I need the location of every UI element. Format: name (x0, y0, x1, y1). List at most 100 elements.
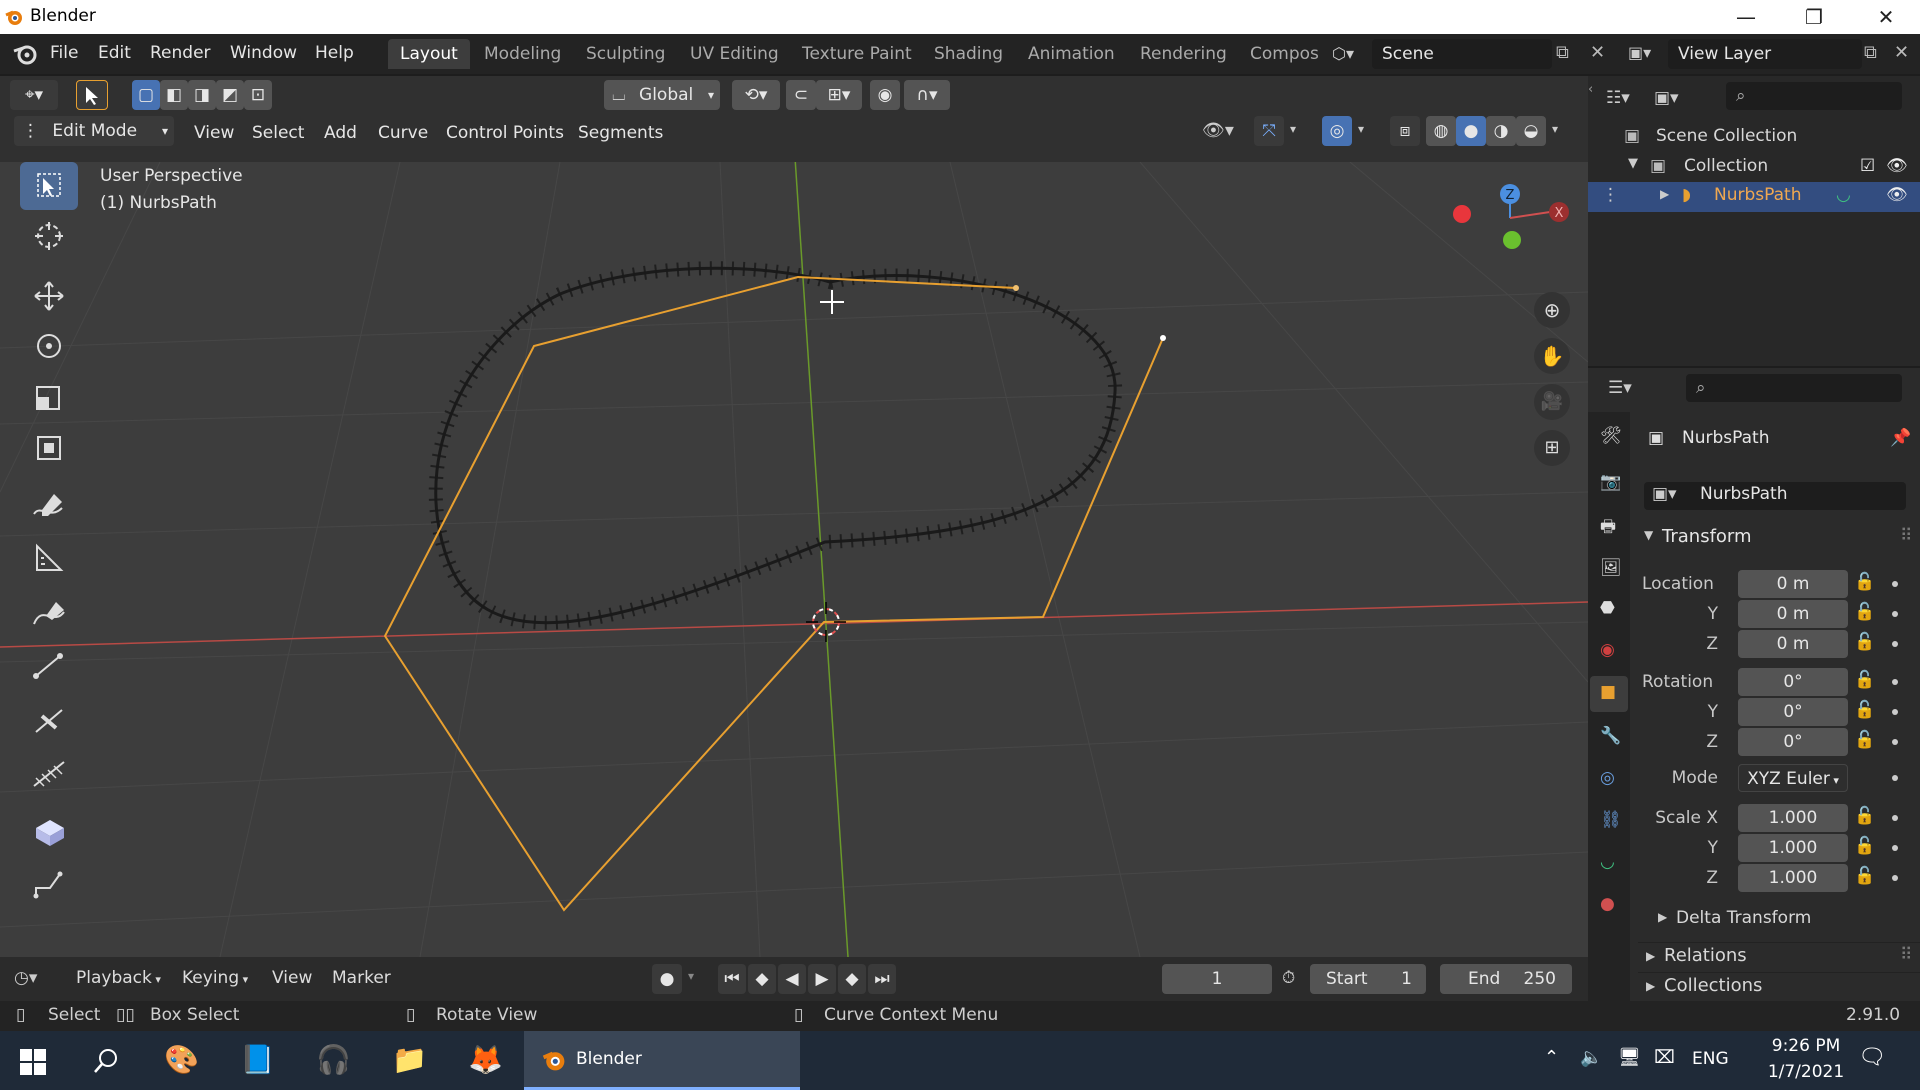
location-x-field[interactable]: 0 m (1738, 570, 1848, 598)
delete-view-layer-icon[interactable]: ✕ (1894, 42, 1909, 63)
rotation-mode-dropdown[interactable]: XYZ Euler ▾ (1738, 764, 1848, 792)
tab-rendering[interactable]: Rendering (1128, 39, 1239, 69)
extrude-tool[interactable] (20, 642, 78, 690)
constraints-tab-icon[interactable]: ⛓ (1600, 810, 1622, 830)
new-view-layer-icon[interactable]: ⧉ (1864, 42, 1877, 63)
blender-menu-icon[interactable] (12, 42, 38, 66)
clock-time[interactable]: 9:26 PM (1756, 1036, 1856, 1056)
pan-hand-icon[interactable]: ✋ (1534, 338, 1570, 374)
select-mode-extend-button[interactable]: ◧ (160, 80, 188, 110)
delete-scene-icon[interactable]: ✕ (1590, 42, 1605, 63)
tab-sculpting[interactable]: Sculpting (574, 39, 677, 69)
curve-data-icon[interactable]: ◡ (1836, 185, 1851, 205)
clock-date[interactable]: 1/7/2021 (1756, 1062, 1856, 1082)
tab-modeling[interactable]: Modeling (472, 39, 573, 69)
keyframe-dot-icon[interactable] (1892, 679, 1898, 685)
menu-edit[interactable]: Edit (98, 43, 131, 63)
keyframe-dot-icon[interactable] (1892, 739, 1898, 745)
scene-tab-icon[interactable]: ⬣ (1600, 598, 1615, 618)
zoom-icon[interactable]: ⊕ (1534, 292, 1570, 328)
gizmo-neg-x-axis[interactable] (1453, 205, 1471, 223)
record-keyframe-button[interactable]: ● (652, 964, 682, 994)
current-frame-field[interactable]: 1 (1162, 964, 1272, 994)
view-layer-tab-icon[interactable]: 🖼 (1600, 558, 1622, 578)
move-tool[interactable] (20, 272, 78, 320)
media-app-icon[interactable]: 🎧 (316, 1043, 351, 1076)
proportional-editing-icon[interactable]: ◉ (870, 80, 900, 110)
drag-handle-icon[interactable]: ⠿ (1900, 526, 1912, 546)
exclude-checkbox-icon[interactable]: ☑ (1860, 156, 1875, 176)
rotation-x-field[interactable]: 0° (1738, 668, 1848, 696)
lock-icon[interactable]: 🔓 (1854, 806, 1875, 826)
keyframe-dot-icon[interactable] (1892, 815, 1898, 821)
lock-icon[interactable]: 🔓 (1854, 602, 1875, 622)
scale-z-field[interactable]: 1.000 (1738, 864, 1848, 892)
view-layer-field[interactable]: View Layer (1668, 39, 1862, 69)
scale-y-field[interactable]: 1.000 (1738, 834, 1848, 862)
snap-toggle-icon[interactable]: ⊂ (786, 80, 816, 110)
annotate-tool[interactable] (20, 482, 78, 530)
keyframe-dot-icon[interactable] (1892, 581, 1898, 587)
render-tab-icon[interactable]: 📷 (1600, 472, 1621, 492)
wireframe-shading-icon[interactable]: ◍ (1426, 116, 1456, 146)
pivot-point-dropdown[interactable]: ⟲▾ (732, 80, 780, 110)
notes-app-icon[interactable]: 📘 (240, 1043, 275, 1076)
minimize-button[interactable]: — (1718, 0, 1774, 34)
transform-tool[interactable] (20, 424, 78, 472)
visibility-eye-icon[interactable]: 👁▾ (1202, 120, 1234, 141)
jump-end-icon[interactable]: ⏭ (868, 964, 896, 994)
lock-icon[interactable]: 🔓 (1854, 572, 1875, 592)
tree-row-collection[interactable]: ▼ ▣ Collection ☑ 👁 (1588, 154, 1920, 182)
outliner-search-input[interactable]: ⌕ (1726, 82, 1902, 110)
firefox-icon[interactable]: 🦊 (468, 1043, 503, 1076)
menu-help[interactable]: Help (315, 43, 354, 63)
keyframe-dot-icon[interactable] (1892, 641, 1898, 647)
eye-visibility-icon[interactable]: 👁 (1886, 156, 1908, 176)
location-y-field[interactable]: 0 m (1738, 600, 1848, 628)
lock-icon[interactable]: 🔓 (1854, 730, 1875, 750)
properties-search-input[interactable]: ⌕ (1686, 374, 1902, 402)
lock-icon[interactable]: 🔓 (1854, 866, 1875, 886)
file-explorer-icon[interactable]: 📁 (392, 1043, 427, 1076)
gizmo-toggle-icon[interactable]: ⤧ (1254, 116, 1284, 146)
rendered-shading-icon[interactable]: ◒ (1516, 116, 1546, 146)
stopwatch-icon[interactable]: ⏱ (1282, 968, 1295, 988)
material-shading-icon[interactable]: ◑ (1486, 116, 1516, 146)
windows-start-icon[interactable] (20, 1049, 46, 1075)
material-tab-icon[interactable]: ● (1600, 894, 1615, 914)
menu-render[interactable]: Render (150, 43, 211, 63)
menu-window[interactable]: Window (230, 43, 297, 63)
rotation-z-field[interactable]: 0° (1738, 728, 1848, 756)
menu-add[interactable]: Add (324, 123, 357, 143)
tab-shading[interactable]: Shading (922, 39, 1015, 69)
view-layer-icon[interactable]: ▣▾ (1628, 43, 1651, 62)
display-mode-icon[interactable]: ☷▾ (1606, 88, 1630, 108)
edit-mode-toggle-icon[interactable]: ⋮ (1602, 185, 1619, 205)
input-indicator-icon[interactable]: ⌧ (1654, 1047, 1675, 1068)
scale-x-field[interactable]: 1.000 (1738, 804, 1848, 832)
measure-tool[interactable] (20, 534, 78, 582)
menu-file[interactable]: File (50, 43, 78, 63)
chevron-down-icon[interactable]: ▾ (688, 969, 694, 983)
solid-shading-icon[interactable]: ● (1456, 116, 1486, 146)
menu-segments[interactable]: Segments (578, 123, 663, 143)
xray-toggle-icon[interactable]: ⧈ (1390, 116, 1420, 146)
editor-type-button[interactable]: ⌖▾ (10, 80, 58, 110)
tab-layout[interactable]: Layout (388, 39, 470, 69)
snap-target-dropdown[interactable]: ⊞▾ (816, 80, 862, 110)
curve-data-tab-icon[interactable]: ◡ (1600, 852, 1615, 872)
tree-row-nurbspath[interactable]: ⋮ ▶ ◗ NurbsPath ◡ 👁 (1588, 182, 1920, 212)
scale-tool[interactable] (20, 374, 78, 422)
playback-menu[interactable]: Playback ▾ (76, 968, 161, 988)
lock-icon[interactable]: 🔓 (1854, 670, 1875, 690)
expand-arrow-icon[interactable]: ▶ (1660, 187, 1669, 201)
scene-name-field[interactable]: Scene (1372, 39, 1552, 69)
rotate-tool[interactable] (20, 322, 78, 370)
menu-select[interactable]: Select (252, 123, 304, 143)
draw-tool[interactable] (20, 590, 78, 638)
select-mode-new-button[interactable]: ▢ (132, 80, 160, 110)
overlays-toggle-icon[interactable]: ◎ (1322, 116, 1352, 146)
gizmo-y-axis[interactable] (1503, 231, 1521, 249)
pin-icon[interactable]: 📌 (1890, 428, 1911, 448)
marker-menu[interactable]: Marker (332, 968, 391, 988)
